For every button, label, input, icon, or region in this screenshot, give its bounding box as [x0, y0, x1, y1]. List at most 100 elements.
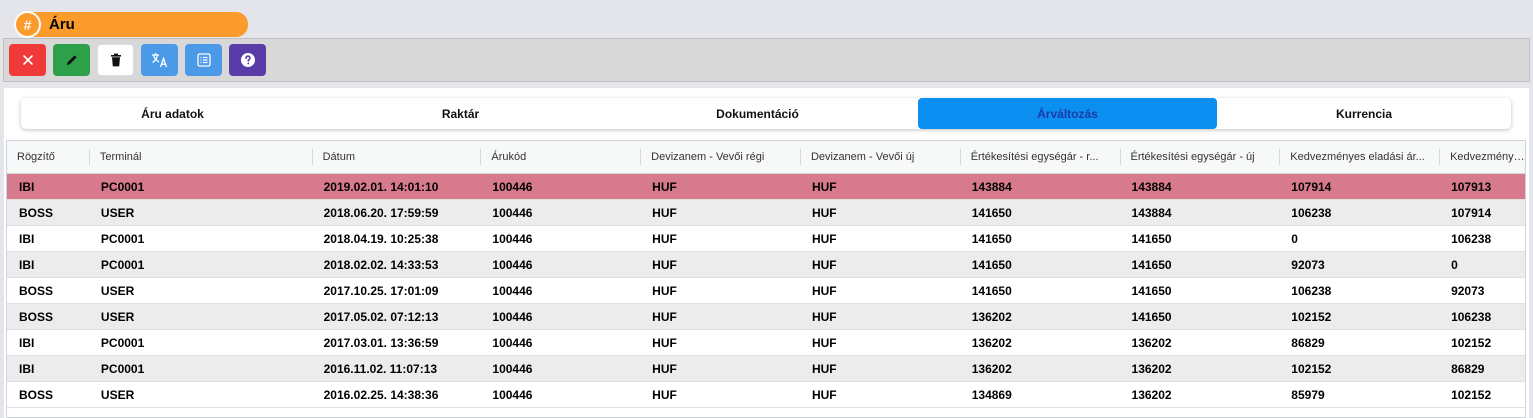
close-button[interactable]	[9, 44, 46, 76]
table-cell: 143884	[1131, 179, 1172, 194]
table-cell: BOSS	[19, 205, 54, 220]
table-row[interactable]: BOSS USER 2016.02.25. 14:38:36 100446 HUF HUF…	[7, 382, 1525, 408]
table-cell: 2018.02.02. 14:33:53	[323, 257, 439, 272]
tab-dokumentacio[interactable]: Dokumentáció	[597, 98, 918, 129]
table-cell: HUF	[811, 205, 837, 220]
table-cell: 100446	[492, 257, 533, 272]
table-cell: PC0001	[100, 335, 145, 350]
list-view-button[interactable]	[185, 44, 222, 76]
table-cell: 85979	[1291, 387, 1325, 402]
table-cell: HUF	[652, 257, 677, 272]
tab-bar: Áru adatok Raktár Dokumentáció Árváltozá…	[21, 98, 1511, 129]
table-cell: HUF	[652, 387, 677, 402]
table-cell: 134869	[971, 387, 1012, 402]
table-cell: 136202	[971, 335, 1012, 350]
column-header-kedvezmenyes-uj[interactable]: Kedvezményes	[1439, 149, 1525, 165]
table-cell: 100446	[492, 231, 533, 246]
table-row[interactable]: BOSS USER 2017.05.02. 07:12:13 100446 HUF HUF…	[7, 304, 1525, 330]
translate-icon	[151, 53, 167, 68]
table-cell: PC0001	[100, 179, 145, 194]
edit-button[interactable]	[53, 44, 90, 76]
table-cell: 136202	[971, 361, 1012, 376]
table-row[interactable]: IBI PC0001 2018.02.02. 14:33:53 100446 HUF HU…	[7, 252, 1525, 278]
table-row[interactable]: BOSS USER 2018.06.20. 17:59:59 100446 HUF HUF…	[7, 200, 1525, 226]
table-cell: 2016.02.25. 14:38:36	[323, 387, 439, 402]
table-cell: USER	[100, 309, 135, 324]
trash-icon	[110, 53, 121, 67]
table-cell: HUF	[652, 335, 677, 350]
column-header-devizanem-uj[interactable]: Devizanem - Vevői új	[799, 149, 960, 165]
pencil-icon	[66, 55, 77, 65]
tab-kurrencia[interactable]: Kurrencia	[1217, 98, 1511, 129]
table-cell: 102152	[1451, 335, 1492, 350]
column-header-kedvezmenyes-regi[interactable]: Kedvezményes eladási ár...	[1279, 149, 1439, 165]
table-body: IBI PC0001 2019.02.01. 14:01:10 100446 HUF HU…	[7, 174, 1525, 408]
translate-button[interactable]	[141, 44, 178, 76]
column-header-devizanem-regi[interactable]: Devizanem - Vevői régi	[640, 149, 800, 165]
column-header-terminal[interactable]: Terminál	[88, 149, 312, 165]
table-cell: 100446	[492, 361, 533, 376]
column-header-rogzito[interactable]: Rögzítő	[7, 149, 89, 165]
table-cell: 136202	[1131, 387, 1172, 402]
table-cell: IBI	[19, 361, 35, 376]
table-cell: 141650	[1131, 283, 1172, 298]
table-cell: USER	[100, 283, 135, 298]
table-cell: 2018.04.19. 10:25:38	[323, 231, 439, 246]
help-icon	[240, 53, 255, 67]
price-history-table: Rögzítő Terminál Dátum Árukód Devizanem …	[6, 140, 1526, 418]
table-cell: HUF	[811, 309, 837, 324]
table-cell: IBI	[19, 179, 35, 194]
table-cell: 100446	[492, 205, 533, 220]
toolbar	[3, 38, 1530, 82]
table-row[interactable]: IBI PC0001 2016.11.02. 11:07:13 100446 HUF HU…	[7, 356, 1525, 382]
table-cell: 100446	[492, 387, 533, 402]
window-title-bar: # Áru	[14, 11, 248, 38]
table-cell: 107914	[1451, 205, 1492, 220]
table-cell: HUF	[811, 283, 837, 298]
column-header-egysegar-regi[interactable]: Értékesítési egységár - r...	[959, 149, 1120, 165]
table-cell: 92073	[1451, 283, 1485, 298]
table-row[interactable]: IBI PC0001 2017.03.01. 13:36:59 100446 HUF HU…	[7, 330, 1525, 356]
table-cell: 100446	[492, 309, 533, 324]
table-cell: 86829	[1451, 361, 1485, 376]
tab-arvaltozas[interactable]: Árváltozás	[918, 98, 1217, 129]
table-cell: 141650	[971, 283, 1012, 298]
table-cell: 0	[1291, 231, 1298, 246]
table-cell: 143884	[971, 179, 1012, 194]
table-cell: 102152	[1451, 387, 1492, 402]
table-cell: 106238	[1291, 283, 1332, 298]
table-cell: 92073	[1291, 257, 1325, 272]
tab-aru-adatok[interactable]: Áru adatok	[21, 98, 324, 129]
table-cell: HUF	[652, 179, 677, 194]
table-cell: 136202	[1131, 335, 1172, 350]
table-cell: HUF	[652, 309, 677, 324]
delete-button[interactable]	[97, 44, 134, 76]
table-cell: 143884	[1131, 205, 1172, 220]
table-cell: IBI	[19, 335, 35, 350]
table-row[interactable]: IBI PC0001 2018.04.19. 10:25:38 100446 HUF HU…	[7, 226, 1525, 252]
table-cell: IBI	[19, 257, 35, 272]
table-cell: 141650	[1131, 231, 1172, 246]
table-cell: HUF	[811, 257, 837, 272]
table-cell: HUF	[811, 179, 837, 194]
table-cell: 100446	[492, 335, 533, 350]
column-header-egysegar-uj[interactable]: Értékesítési egységár - új	[1119, 149, 1280, 165]
list-icon	[196, 53, 211, 67]
table-cell: 107914	[1291, 179, 1332, 194]
table-cell: HUF	[652, 361, 677, 376]
column-header-datum[interactable]: Dátum	[311, 149, 481, 165]
hash-icon: #	[14, 11, 41, 38]
table-row[interactable]: BOSS USER 2017.10.25. 17:01:09 100446 HUF HUF…	[7, 278, 1525, 304]
help-button[interactable]	[229, 44, 266, 76]
table-cell: 100446	[492, 283, 533, 298]
table-header: Rögzítő Terminál Dátum Árukód Devizanem …	[7, 141, 1525, 174]
table-cell: 2018.06.20. 17:59:59	[323, 205, 439, 220]
close-icon	[22, 55, 33, 65]
table-cell: BOSS	[19, 309, 54, 324]
table-cell: 100446	[492, 179, 533, 194]
table-cell: HUF	[652, 205, 677, 220]
tab-raktar[interactable]: Raktár	[324, 98, 597, 129]
table-row[interactable]: IBI PC0001 2019.02.01. 14:01:10 100446 HUF HU…	[7, 174, 1525, 200]
column-header-arukod[interactable]: Árukód	[480, 149, 640, 165]
table-cell: BOSS	[19, 283, 54, 298]
